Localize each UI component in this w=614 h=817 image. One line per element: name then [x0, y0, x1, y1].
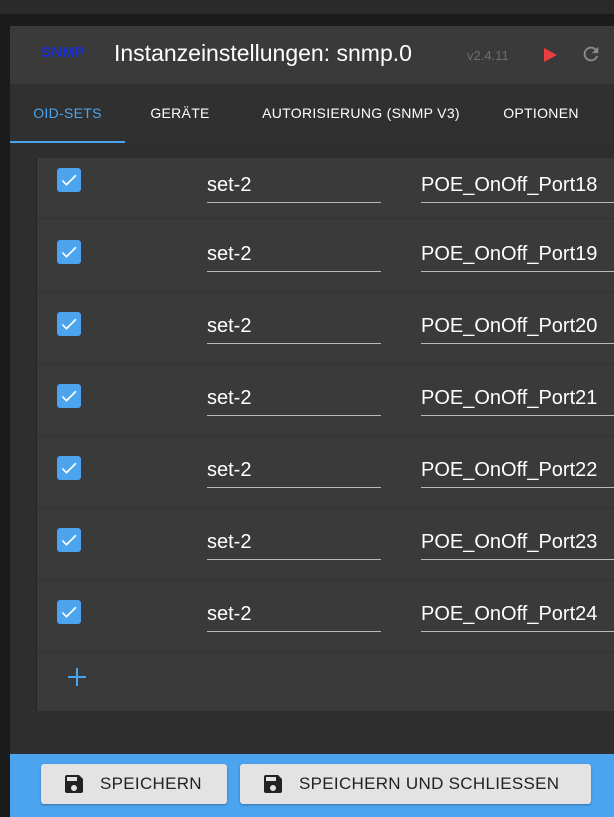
table-row: set-2 POE_OnOff_Port20: [37, 291, 614, 364]
row-checkbox[interactable]: [57, 312, 81, 336]
reload-icon[interactable]: [580, 43, 602, 65]
tab-autorisierung[interactable]: AUTORISIERUNG (SNMP V3): [246, 84, 476, 142]
plus-icon[interactable]: [65, 665, 89, 689]
name-field[interactable]: POE_OnOff_Port22: [421, 453, 614, 488]
name-field[interactable]: POE_OnOff_Port20: [421, 309, 614, 344]
tab-bar: OID-SETS GERÄTE AUTORISIERUNG (SNMP V3) …: [10, 84, 614, 144]
play-icon[interactable]: [541, 46, 559, 64]
table-row: set-2 POE_OnOff_Port21: [37, 363, 614, 436]
snmp-logo: SNMP: [41, 44, 86, 61]
top-bar: [0, 0, 614, 14]
set-field[interactable]: set-2: [207, 168, 381, 203]
save-button-label: SPEICHERN: [100, 774, 202, 793]
set-field[interactable]: set-2: [207, 597, 381, 632]
dialog-footer: SPEICHERN SPEICHERN UND SCHLIESSEN: [10, 754, 614, 817]
name-field[interactable]: POE_OnOff_Port21: [421, 381, 614, 416]
tab-geraete[interactable]: GERÄTE: [136, 84, 224, 142]
dialog-header: SNMP Instanzeinstellungen: snmp.0 v2.4.1…: [10, 26, 614, 84]
set-field[interactable]: set-2: [207, 453, 381, 488]
tab-optionen[interactable]: OPTIONEN: [492, 84, 590, 142]
save-button[interactable]: SPEICHERN: [41, 764, 227, 804]
row-checkbox[interactable]: [57, 240, 81, 264]
save-and-close-button[interactable]: SPEICHERN UND SCHLIESSEN: [240, 764, 591, 804]
floppy-disk-icon: [62, 772, 86, 796]
table-row: set-2 POE_OnOff_Port22: [37, 435, 614, 508]
table-row: set-2 POE_OnOff_Port24: [37, 579, 614, 652]
set-field[interactable]: set-2: [207, 381, 381, 416]
save-and-close-button-label: SPEICHERN UND SCHLIESSEN: [299, 774, 560, 793]
table-row: set-2 POE_OnOff_Port23: [37, 507, 614, 580]
name-field[interactable]: POE_OnOff_Port19: [421, 237, 614, 272]
floppy-disk-icon: [261, 772, 285, 796]
name-field[interactable]: POE_OnOff_Port24: [421, 597, 614, 632]
table-row: set-2 POE_OnOff_Port19: [37, 219, 614, 292]
row-checkbox[interactable]: [57, 528, 81, 552]
set-field[interactable]: set-2: [207, 309, 381, 344]
row-checkbox[interactable]: [57, 456, 81, 480]
tab-oid-sets[interactable]: OID-SETS: [10, 84, 125, 142]
set-field[interactable]: set-2: [207, 237, 381, 272]
oid-table: set-2 POE_OnOff_Port18 set-2 POE_OnOff_P…: [36, 158, 614, 711]
instance-settings-dialog: SNMP Instanzeinstellungen: snmp.0 v2.4.1…: [10, 26, 614, 817]
row-checkbox[interactable]: [57, 600, 81, 624]
set-field[interactable]: set-2: [207, 525, 381, 560]
table-row: set-2 POE_OnOff_Port18: [37, 158, 614, 219]
version-label: v2.4.11: [467, 48, 509, 63]
name-field[interactable]: POE_OnOff_Port23: [421, 525, 614, 560]
row-checkbox[interactable]: [57, 384, 81, 408]
page-title: Instanzeinstellungen: snmp.0: [114, 40, 412, 66]
name-field[interactable]: POE_OnOff_Port18: [421, 168, 614, 203]
row-checkbox[interactable]: [57, 168, 81, 192]
active-tab-indicator: [10, 141, 125, 143]
